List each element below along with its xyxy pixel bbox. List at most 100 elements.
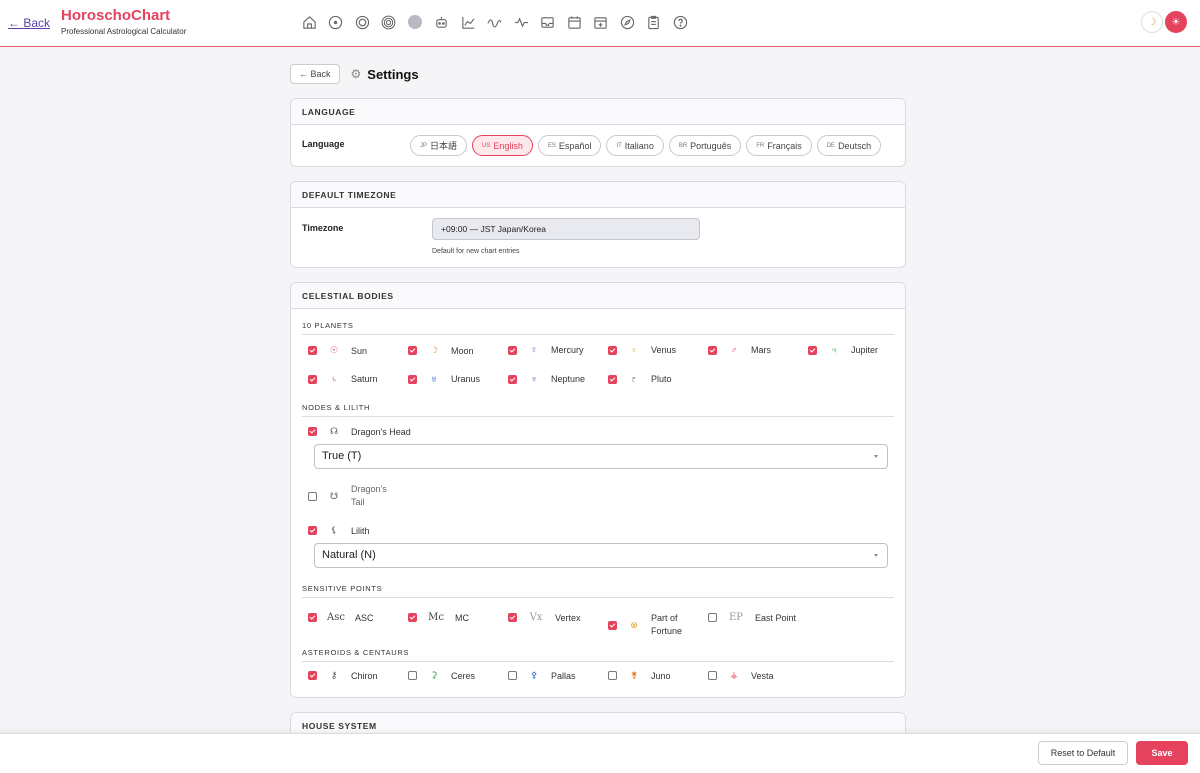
sensitive-label-east-point: East Point: [755, 612, 797, 623]
planet-option-jupiter[interactable]: ♃ Jupiter: [808, 345, 878, 355]
footer-bar: Reset to Default Save: [0, 733, 1200, 773]
planet-label-mars: Mars: [751, 345, 771, 355]
lilith-option[interactable]: ⚸ Lilith: [308, 525, 370, 536]
sensitive-checkbox-part-of-fortune[interactable]: [608, 620, 617, 630]
planet-checkbox-venus[interactable]: [608, 345, 617, 355]
brand-title: HoroschoChart: [61, 7, 171, 24]
home-icon[interactable]: [301, 14, 317, 30]
inbox-icon[interactable]: [540, 14, 556, 30]
planet-checkbox-mars[interactable]: [708, 345, 717, 355]
asteroid-checkbox-ceres[interactable]: [408, 671, 417, 680]
sensitive-option-part-of-fortune[interactable]: ⊗ Part of Fortune: [608, 612, 682, 638]
top-bar: ← Back HoroschoChart Professional Astrol…: [0, 0, 1200, 47]
language-code: DE: [826, 142, 836, 149]
sensitive-option-vertex[interactable]: Vx Vertex: [508, 612, 581, 623]
help-icon[interactable]: [672, 14, 688, 30]
target-icon[interactable]: [328, 14, 344, 30]
lilith-icon: ⚸: [330, 525, 338, 535]
compass-icon[interactable]: [619, 14, 635, 30]
save-button[interactable]: Save: [1136, 741, 1188, 765]
dragon-head-checkbox[interactable]: [308, 427, 317, 436]
timezone-select[interactable]: +09:00 — JST Japan/Korea: [432, 218, 700, 240]
concentric-circle-icon[interactable]: [381, 14, 397, 30]
vesta-icon: ⚶: [730, 670, 738, 680]
asteroid-option-vesta[interactable]: ⚶ Vesta: [708, 670, 774, 681]
lilith-select[interactable]: Natural (N): [314, 543, 888, 568]
planet-checkbox-moon[interactable]: [408, 346, 417, 355]
planet-checkbox-sun[interactable]: [308, 346, 317, 355]
language-chip-es[interactable]: ES Español: [537, 135, 602, 156]
language-section-title: LANGUAGE: [291, 99, 905, 125]
language-chip-jp[interactable]: JP 日本語: [410, 135, 468, 156]
calendar-add-icon[interactable]: [593, 14, 609, 30]
planet-label-venus: Venus: [651, 345, 677, 355]
planet-checkbox-pluto[interactable]: [608, 374, 617, 384]
filled-circle-icon[interactable]: [407, 14, 423, 30]
profile-button[interactable]: ☀: [1165, 11, 1187, 33]
sensitive-label-mc: MC: [455, 612, 469, 623]
planet-checkbox-saturn[interactable]: [308, 374, 317, 384]
language-chip-de[interactable]: DE Deutsch: [816, 135, 882, 156]
language-chip-us[interactable]: US English: [472, 135, 533, 156]
planet-option-saturn[interactable]: ♄ Saturn: [308, 374, 378, 384]
header-back-link[interactable]: ← Back: [8, 16, 50, 30]
dragon-head-icon: ☊: [330, 426, 338, 436]
dragon-head-option[interactable]: ☊ Dragon's Head: [308, 426, 411, 437]
brand[interactable]: HoroschoChart Professional Astrological …: [61, 7, 186, 36]
sensitive-option-mc[interactable]: Mc MC: [408, 612, 469, 623]
robot-icon[interactable]: [434, 14, 450, 30]
asteroid-option-chiron[interactable]: ⚷ Chiron: [308, 670, 378, 681]
planet-option-pluto[interactable]: ♇ Pluto: [608, 374, 672, 384]
planet-option-mars[interactable]: ♂ Mars: [708, 345, 771, 355]
planet-checkbox-mercury[interactable]: [508, 345, 517, 355]
language-chip-fr[interactable]: FR Français: [746, 135, 812, 156]
sensitive-checkbox-asc[interactable]: [308, 613, 317, 622]
language-card: LANGUAGE Language JP 日本語 US English ES Españo…: [290, 98, 906, 167]
planet-checkbox-neptune[interactable]: [508, 374, 517, 384]
asteroid-label-pallas: Pallas: [551, 670, 576, 681]
juno-icon: ⚵: [630, 670, 638, 680]
planet-option-venus[interactable]: ♀ Venus: [608, 345, 676, 355]
dragon-head-select[interactable]: True (T): [314, 444, 888, 469]
asteroid-checkbox-chiron[interactable]: [308, 671, 317, 680]
planet-option-uranus[interactable]: ♅ Uranus: [408, 374, 480, 384]
planet-option-mercury[interactable]: ☿ Mercury: [508, 345, 584, 355]
language-chip-br[interactable]: BR Português: [668, 135, 742, 156]
activity-icon[interactable]: [513, 14, 529, 30]
moon-icon: ☽: [429, 345, 439, 355]
planet-option-moon[interactable]: ☽ Moon: [408, 345, 474, 356]
clipboard-icon[interactable]: [646, 14, 662, 30]
wave-icon[interactable]: [487, 14, 503, 30]
asteroid-checkbox-juno[interactable]: [608, 671, 617, 680]
lilith-checkbox[interactable]: [308, 526, 317, 535]
asteroid-option-pallas[interactable]: ⚴ Pallas: [508, 670, 576, 681]
sun-icon: ☀: [1171, 16, 1181, 28]
dragon-tail-icon: ☋: [330, 490, 338, 501]
language-chip-it[interactable]: IT Italiano: [606, 135, 664, 156]
reset-to-default-button[interactable]: Reset to Default: [1038, 741, 1128, 765]
asteroid-option-ceres[interactable]: ⚳ Ceres: [408, 670, 475, 681]
saturn-icon: ♄: [330, 374, 338, 384]
circle-icon[interactable]: [354, 14, 370, 30]
line-chart-icon[interactable]: [460, 14, 476, 30]
asteroid-checkbox-vesta[interactable]: [708, 671, 717, 680]
planet-option-sun[interactable]: ☉ Sun: [308, 345, 367, 356]
sensitive-option-asc[interactable]: Asc ASC: [308, 612, 374, 623]
planet-checkbox-uranus[interactable]: [408, 374, 417, 384]
sensitive-checkbox-east-point[interactable]: [708, 613, 717, 622]
asteroid-checkbox-pallas[interactable]: [508, 671, 517, 680]
planet-label-neptune: Neptune: [551, 374, 586, 384]
language-code: BR: [678, 142, 688, 149]
timezone-hint: Default for new chart entries: [432, 248, 520, 255]
sensitive-option-east-point[interactable]: EP East Point: [708, 612, 796, 623]
planet-checkbox-jupiter[interactable]: [808, 345, 817, 355]
asteroid-option-juno[interactable]: ⚵ Juno: [608, 670, 671, 681]
calendar-icon[interactable]: [566, 14, 582, 30]
back-button[interactable]: ← Back: [290, 64, 340, 84]
planet-option-neptune[interactable]: ♆ Neptune: [508, 374, 585, 384]
dragon-tail-option[interactable]: ☋ Dragon's Tail: [308, 483, 387, 509]
dragon-tail-checkbox[interactable]: [308, 491, 317, 501]
sensitive-checkbox-mc[interactable]: [408, 613, 417, 622]
sensitive-checkbox-vertex[interactable]: [508, 613, 517, 622]
theme-toggle-button[interactable]: ☽: [1141, 11, 1163, 33]
